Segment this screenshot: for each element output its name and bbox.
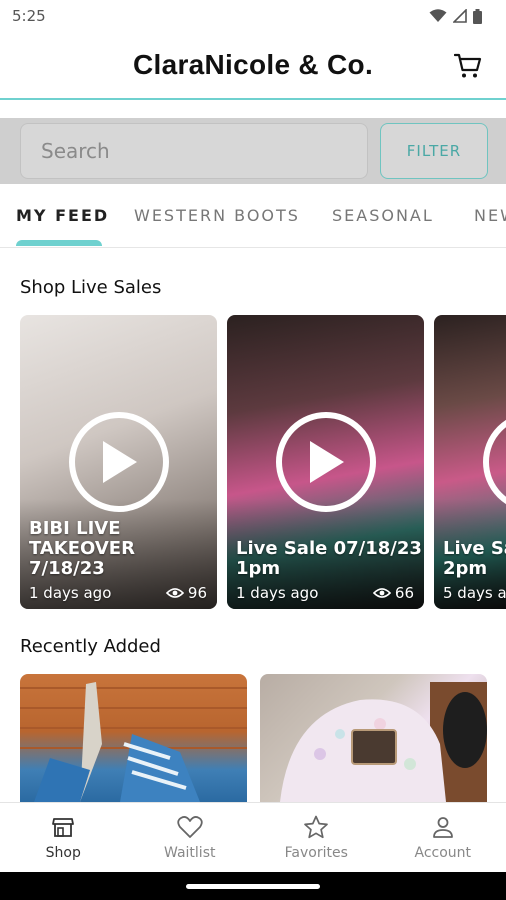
tab-new[interactable]: NEW <box>474 206 506 225</box>
nav-account[interactable]: Account <box>380 803 506 872</box>
search-input[interactable]: Search <box>20 123 368 179</box>
view-count-value: 96 <box>187 584 207 602</box>
search-bar: Search FILTER <box>0 118 506 184</box>
cart-button[interactable] <box>452 50 484 82</box>
bottom-nav: Shop Waitlist Favorites Account <box>0 802 506 872</box>
product-image <box>20 674 247 802</box>
product-card[interactable] <box>260 674 487 802</box>
title-line: TAKEOVER <box>29 538 135 559</box>
person-icon <box>432 816 453 838</box>
live-sale-title: Live Sale 2pm <box>443 539 506 579</box>
system-nav-bar <box>0 872 506 900</box>
live-sale-title: BIBI LIVE TAKEOVER 7/18/23 <box>29 519 135 579</box>
category-tabs: MY FEED WESTERN BOOTS SEASONAL NEW <box>0 186 506 248</box>
nav-account-label: Account <box>414 844 472 861</box>
wifi-icon <box>429 9 447 22</box>
nav-shop[interactable]: Shop <box>0 803 127 872</box>
view-count: 66 <box>372 584 414 602</box>
title-line: BIBI LIVE <box>29 518 121 539</box>
status-time: 5:25 <box>12 7 46 25</box>
active-tab-indicator <box>16 240 102 246</box>
tab-my-feed[interactable]: MY FEED <box>16 206 109 225</box>
days-ago-label: 1 days ago <box>29 584 112 602</box>
nav-waitlist[interactable]: Waitlist <box>127 803 254 872</box>
eye-icon <box>165 588 184 598</box>
app-header: ClaraNicole & Co. <box>0 32 506 100</box>
days-ago-label: 5 days ago <box>443 584 506 602</box>
recently-added-heading: Recently Added <box>20 636 161 657</box>
signal-icon <box>453 9 467 23</box>
storefront-icon <box>52 817 75 837</box>
cart-icon <box>454 53 482 78</box>
play-icon <box>103 441 137 483</box>
live-sale-card[interactable]: BIBI LIVE TAKEOVER 7/18/23 1 days ago 96 <box>20 315 217 609</box>
product-image <box>260 674 487 802</box>
heart-icon <box>177 815 203 838</box>
view-count-value: 66 <box>394 584 414 602</box>
title-line: 1pm <box>236 558 281 579</box>
home-gesture-handle[interactable] <box>186 883 320 889</box>
status-bar: 5:25 <box>0 0 506 32</box>
battery-icon <box>473 8 482 24</box>
live-sale-card[interactable]: Live Sale 2pm 5 days ago <box>434 315 506 609</box>
live-sale-card[interactable]: Live Sale 07/18/23 1pm 1 days ago 66 <box>227 315 424 609</box>
status-icons <box>429 8 482 24</box>
eye-icon <box>372 588 391 598</box>
play-icon <box>310 441 344 483</box>
days-ago-label: 1 days ago <box>236 584 319 602</box>
store-title: ClaraNicole & Co. <box>132 49 374 80</box>
star-icon <box>304 815 329 838</box>
title-line: 7/18/23 <box>29 558 105 579</box>
title-line: Live Sale <box>443 538 506 559</box>
play-button[interactable] <box>276 412 376 512</box>
play-button[interactable] <box>483 412 506 512</box>
live-sale-title: Live Sale 07/18/23 1pm <box>236 539 422 579</box>
tab-western-boots[interactable]: WESTERN BOOTS <box>134 206 300 225</box>
search-placeholder: Search <box>41 139 110 163</box>
nav-favorites-label: Favorites <box>284 844 348 861</box>
play-button[interactable] <box>69 412 169 512</box>
nav-shop-label: Shop <box>45 844 81 861</box>
title-line: 2pm <box>443 558 488 579</box>
nav-favorites[interactable]: Favorites <box>253 803 380 872</box>
product-card[interactable] <box>20 674 247 802</box>
tab-seasonal[interactable]: SEASONAL <box>332 206 434 225</box>
nav-waitlist-label: Waitlist <box>164 844 216 861</box>
title-line: Live Sale 07/18/23 <box>236 538 422 559</box>
live-sales-heading: Shop Live Sales <box>20 277 162 298</box>
view-count: 96 <box>165 584 207 602</box>
filter-button[interactable]: FILTER <box>380 123 488 179</box>
